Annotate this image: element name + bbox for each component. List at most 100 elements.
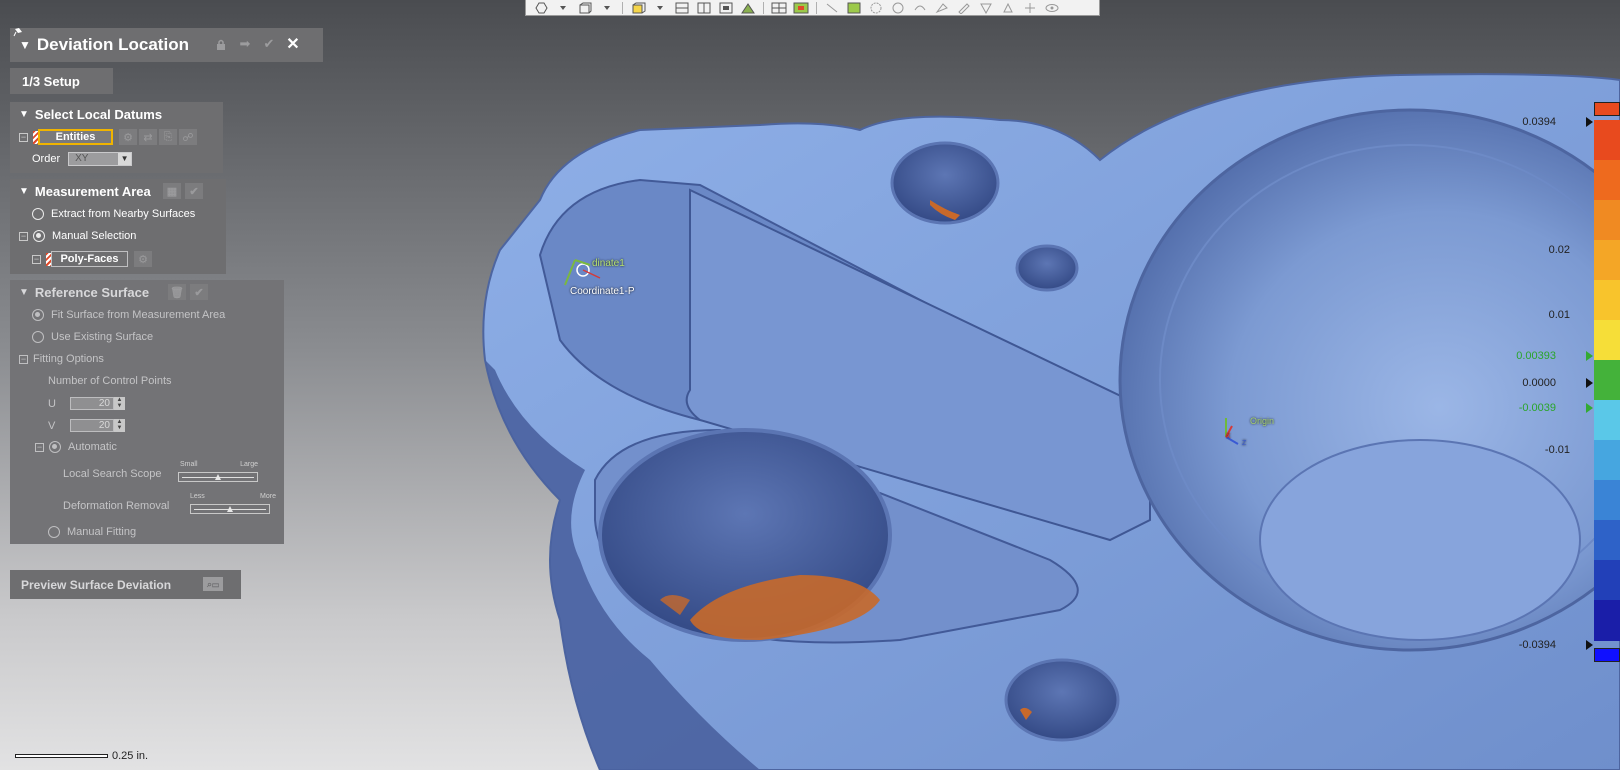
spin-down-icon[interactable]: ▼ [114, 425, 125, 431]
scale-min-label: -0.0394 [1518, 639, 1556, 651]
v-spinner[interactable]: 20 ▲ ▼ [70, 419, 125, 432]
options-gear-icon[interactable]: ⚙ [119, 129, 137, 145]
next-arrow-icon[interactable]: ➡ [237, 36, 253, 52]
max-marker-icon[interactable] [1586, 117, 1593, 127]
order-select[interactable]: XY ▼ [68, 152, 133, 166]
freeform-select-icon[interactable] [911, 1, 929, 14]
circle-select-icon[interactable] [867, 1, 885, 14]
delete-icon[interactable]: ▦ [163, 183, 181, 199]
line-select-icon[interactable] [823, 1, 841, 14]
view-cube-icon[interactable] [576, 1, 594, 14]
selection-mode-icon[interactable] [792, 1, 810, 14]
rect-select-icon[interactable] [845, 1, 863, 14]
layout-icon[interactable] [770, 1, 788, 14]
scale-color-swatch [1594, 560, 1620, 601]
deformation-slider[interactable]: Less More [190, 493, 276, 516]
close-icon[interactable]: ✕ [285, 36, 301, 53]
radio-automatic[interactable] [49, 441, 61, 453]
top-view-icon[interactable] [695, 1, 713, 14]
section-title: Reference Surface [34, 284, 150, 300]
radio-extract[interactable] [32, 208, 44, 220]
deviation-color-scale[interactable] [1594, 102, 1620, 662]
collapse-toggle[interactable]: − [35, 442, 44, 452]
apply-check-icon[interactable]: ✔ [185, 183, 203, 199]
preview-icon: ⌕▭ [203, 577, 223, 591]
view-sphere-icon[interactable] [532, 1, 550, 14]
automatic-label: Automatic [68, 441, 117, 453]
upper-tolerance-marker-icon[interactable] [1586, 351, 1593, 361]
option-extract-label: Extract from Nearby Surfaces [51, 208, 196, 220]
eye-icon[interactable] [1043, 1, 1061, 14]
iso-view-icon[interactable] [629, 1, 647, 14]
collapse-toggle[interactable]: − [19, 132, 28, 142]
slider-thumb[interactable] [215, 474, 221, 480]
front-view-icon[interactable] [673, 1, 691, 14]
render-mode-icon[interactable] [739, 1, 757, 14]
dropdown-arrow-icon[interactable] [554, 1, 572, 14]
hierarchy-icon[interactable]: ☍ [179, 129, 197, 145]
apply-check-icon[interactable]: ✔ [190, 284, 208, 300]
scale-color-swatch [1594, 200, 1620, 241]
collapse-caret-icon[interactable]: ▼ [19, 38, 31, 52]
polygon-select-icon[interactable] [889, 1, 907, 14]
u-label: U [48, 397, 56, 410]
preview-surface-deviation-button[interactable]: Preview Surface Deviation ⌕▭ [10, 570, 241, 599]
section-header[interactable]: ▼ Reference Surface 🗑 ✔ [10, 280, 284, 304]
copy-icon[interactable]: ⎘ [159, 129, 177, 145]
option-fit-label: Fit Surface from Measurement Area [51, 309, 226, 321]
collapse-toggle[interactable]: − [32, 254, 41, 264]
dropdown-arrow-icon[interactable] [598, 1, 616, 14]
ok-check-icon[interactable]: ✔ [261, 36, 277, 52]
radio-existing-surface[interactable] [32, 331, 44, 343]
u-value[interactable]: 20 [70, 397, 114, 410]
radio-fit-surface[interactable] [32, 309, 44, 321]
step-tab-setup[interactable]: 1/3 Setup [10, 68, 113, 94]
select-through-icon[interactable] [1021, 1, 1039, 14]
visible-only-icon[interactable] [999, 1, 1017, 14]
polyfaces-field[interactable]: Poly-Faces [51, 251, 128, 267]
slider-min-label: Small [180, 461, 198, 468]
collapse-toggle[interactable]: − [19, 354, 28, 364]
brush-select-icon[interactable] [933, 1, 951, 14]
lower-tolerance-marker-icon[interactable] [1586, 403, 1593, 413]
spin-down-icon[interactable]: ▼ [114, 403, 125, 409]
dropdown-arrow-icon[interactable] [651, 1, 669, 14]
scale-label-001: 0.01 [1548, 309, 1570, 321]
collapse-toggle[interactable]: − [19, 231, 28, 241]
zero-marker-icon[interactable] [1586, 378, 1593, 388]
u-spinner[interactable]: 20 ▲ ▼ [70, 397, 125, 410]
scale-label-002: 0.02 [1548, 244, 1570, 256]
delete-icon[interactable]: 🗑 [168, 284, 186, 300]
slider-max-label: Large [240, 461, 258, 468]
scale-label-m001: -0.01 [1544, 444, 1570, 456]
v-value[interactable]: 20 [70, 419, 114, 432]
panel-title: Deviation Location [36, 35, 189, 54]
flip-arrows-icon[interactable]: ⇄ [139, 129, 157, 145]
options-gear-icon[interactable]: ⚙ [134, 251, 152, 267]
scale-color-swatch [1594, 320, 1620, 361]
lower-tolerance-label: -0.0039 [1518, 402, 1556, 414]
pin-icon[interactable] [13, 24, 23, 37]
entities-field[interactable]: Entities [38, 129, 113, 145]
local-search-slider[interactable]: Small Large [178, 461, 258, 484]
hole-bottom [1004, 658, 1120, 742]
section-header[interactable]: ▼ Measurement Area ▦ ✔ [10, 179, 226, 203]
extend-select-icon[interactable] [977, 1, 995, 14]
coordinate-label-1: dinate1 [592, 258, 625, 269]
upper-tolerance-label: 0.00393 [1516, 350, 1556, 362]
scale-max-label: 0.0394 [1522, 116, 1556, 128]
slider-thumb[interactable] [227, 506, 233, 512]
lock-icon[interactable] [213, 36, 229, 52]
radio-manual-fitting[interactable] [48, 526, 60, 538]
radio-manual[interactable] [33, 230, 45, 242]
preview-button-label: Preview Surface Deviation [21, 577, 172, 592]
option-existing-label: Use Existing Surface [51, 331, 154, 343]
section-title: Measurement Area [34, 183, 151, 199]
chevron-down-icon[interactable]: ▼ [118, 153, 132, 165]
section-header[interactable]: ▼ Select Local Datums [10, 102, 223, 126]
min-marker-icon[interactable] [1586, 640, 1593, 650]
side-view-icon[interactable] [717, 1, 735, 14]
scale-color-swatch [1594, 600, 1620, 641]
paint-select-icon[interactable] [955, 1, 973, 14]
scale-color-swatch [1594, 120, 1620, 161]
